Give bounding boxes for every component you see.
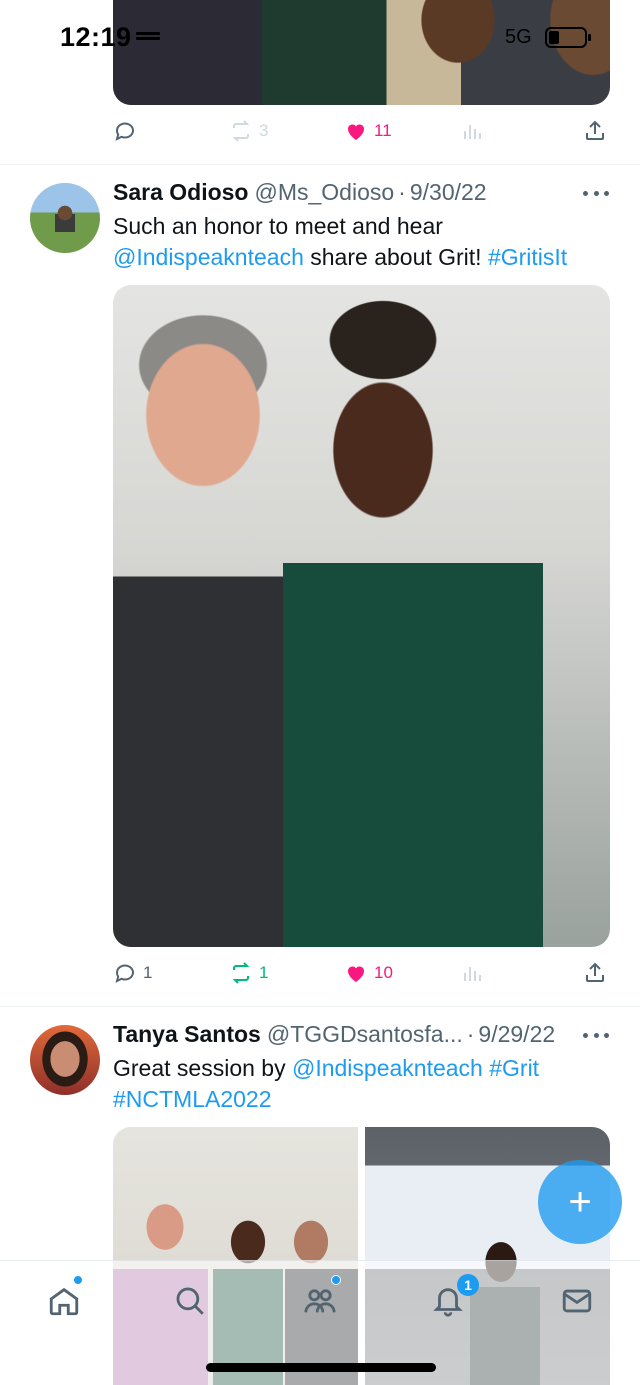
handle[interactable]: @TGGDsantosfa... [267, 1021, 463, 1048]
tweet-text: Such an honor to meet and hear @Indispea… [113, 213, 568, 270]
like-button[interactable]: 10 [344, 958, 393, 988]
share-icon [586, 962, 604, 982]
tweet-text: Great session by @Indispeaknteach #Grit #… [113, 1055, 540, 1112]
handle[interactable]: @Ms_Odioso [254, 179, 394, 206]
reply-icon [115, 964, 134, 983]
retweet-count: 1 [259, 963, 269, 982]
nav-messages[interactable] [557, 1281, 597, 1321]
display-name[interactable]: Tanya Santos [113, 1021, 261, 1048]
retweet-count: 3 [259, 121, 269, 140]
retweet-button[interactable]: 3 [229, 116, 268, 146]
mention-link[interactable]: @Indispeaknteach [113, 244, 304, 270]
reply-icon [115, 122, 134, 141]
avatar[interactable] [30, 1025, 100, 1095]
divider [0, 1006, 640, 1007]
heart-icon [348, 124, 364, 140]
home-icon [49, 1287, 79, 1316]
tweet-date[interactable]: 9/29/22 [478, 1021, 555, 1048]
messages-icon [562, 1289, 592, 1313]
tweet-header: Tanya Santos @TGGDsantosfa... · 9/29/22 [113, 1021, 555, 1051]
communities-unread-dot [331, 1275, 341, 1285]
notifications-badge: 1 [457, 1274, 479, 1296]
reply-button[interactable]: 1 [113, 958, 152, 988]
separator: · [398, 179, 406, 205]
divider [0, 164, 640, 165]
tweet-photo[interactable] [113, 0, 610, 105]
heart-icon [348, 966, 364, 982]
analytics-icon [464, 967, 481, 981]
search-icon [176, 1287, 204, 1315]
reply-count: 1 [143, 963, 153, 982]
avatar[interactable] [30, 183, 100, 253]
hashtag-link[interactable]: #GritisIt [488, 244, 567, 270]
share-button[interactable] [583, 116, 607, 146]
views-button[interactable] [460, 116, 484, 146]
more-options-icon[interactable] [583, 188, 609, 198]
communities-icon [304, 1289, 336, 1313]
tweet-actions: 3 11 [113, 116, 613, 146]
home-unread-dot [73, 1275, 83, 1285]
tweet-date[interactable]: 9/30/22 [410, 179, 487, 206]
mention-link[interactable]: @Indispeaknteach [292, 1055, 483, 1081]
tweet-header: Sara Odioso @Ms_Odioso · 9/30/22 [113, 179, 487, 209]
tweet-photo[interactable] [113, 285, 610, 947]
nav-communities[interactable] [300, 1281, 340, 1321]
retweet-button[interactable]: 1 [229, 958, 268, 988]
nav-home[interactable] [44, 1281, 84, 1321]
more-options-icon[interactable] [583, 1030, 609, 1040]
retweet-icon [232, 962, 250, 984]
compose-tweet-button[interactable]: + [538, 1160, 622, 1244]
tweet-actions: 1 1 10 [113, 958, 613, 988]
retweet-icon [232, 120, 250, 142]
analytics-icon [464, 125, 481, 139]
share-icon [586, 120, 604, 140]
separator: · [466, 1021, 475, 1047]
like-button[interactable]: 11 [344, 116, 392, 146]
plus-icon: + [568, 1180, 592, 1224]
hashtag-link[interactable]: #NCTMLA2022 [113, 1086, 272, 1112]
like-count: 10 [374, 963, 393, 982]
nav-search[interactable] [170, 1281, 210, 1321]
hashtag-link[interactable]: #Grit [489, 1055, 539, 1081]
share-button[interactable] [583, 958, 607, 988]
views-button[interactable] [460, 958, 484, 988]
display-name[interactable]: Sara Odioso [113, 179, 248, 206]
home-indicator [206, 1363, 436, 1372]
like-count: 11 [374, 121, 392, 140]
reply-button[interactable] [113, 116, 143, 146]
